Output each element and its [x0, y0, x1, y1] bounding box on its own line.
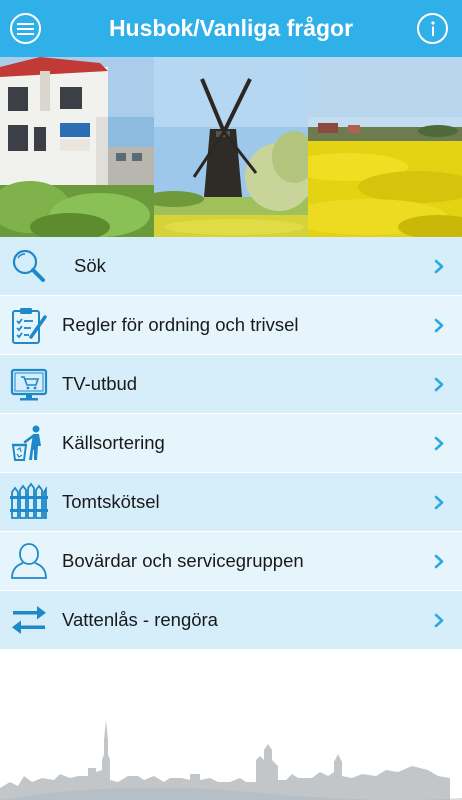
chevron-right-icon	[434, 377, 444, 392]
menu-item-label: Sök	[74, 255, 106, 276]
menu-item-label: Tomtskötsel	[62, 491, 160, 512]
menu-item-search[interactable]: Sök	[0, 237, 462, 296]
tv-monitor-icon	[10, 368, 48, 401]
search-icon	[12, 249, 45, 282]
menu-item-label: Källsortering	[62, 432, 165, 453]
swap-arrows-icon	[12, 606, 46, 634]
person-icon	[11, 543, 47, 579]
chevron-right-icon	[434, 554, 444, 569]
menu-item-yard-care[interactable]: Tomtskötsel	[0, 473, 462, 532]
menu-item-label: Regler för ordning och trivsel	[62, 314, 299, 335]
recycling-person-icon	[11, 425, 41, 461]
menu-item-label: Vattenlås - rengöra	[62, 609, 218, 630]
menu-item-water-trap[interactable]: Vattenlås - rengöra	[0, 591, 462, 650]
menu-item-rules[interactable]: Regler för ordning och trivsel	[0, 296, 462, 355]
chevron-right-icon	[434, 318, 444, 333]
page-title: Husbok/Vanliga frågor	[108, 15, 354, 41]
menu-item-tv[interactable]: TV-utbud	[0, 355, 462, 414]
chevron-right-icon	[434, 495, 444, 510]
town-skyline-silhouette	[0, 720, 462, 800]
menu-item-caretakers[interactable]: Bovärdar och servicegruppen	[0, 532, 462, 591]
chevron-right-icon	[434, 613, 444, 628]
menu-item-label: TV-utbud	[62, 373, 138, 394]
header-banner	[0, 57, 462, 237]
rapeseed-field-photo	[308, 57, 462, 237]
clipboard-checklist-icon	[12, 308, 47, 344]
app-header: Husbok/Vanliga frågor	[0, 0, 462, 57]
menu-list: Sök Regler för ordning och trivsel TV-ut…	[0, 237, 462, 650]
chevron-right-icon	[434, 436, 444, 451]
fence-icon	[10, 482, 48, 519]
house-photo	[0, 57, 154, 237]
info-icon[interactable]	[417, 13, 448, 44]
chevron-right-icon	[434, 259, 444, 274]
windmill-photo	[154, 57, 308, 237]
hamburger-menu-icon[interactable]	[10, 13, 41, 44]
menu-item-recycling[interactable]: Källsortering	[0, 414, 462, 473]
menu-item-label: Bovärdar och servicegruppen	[62, 550, 304, 571]
